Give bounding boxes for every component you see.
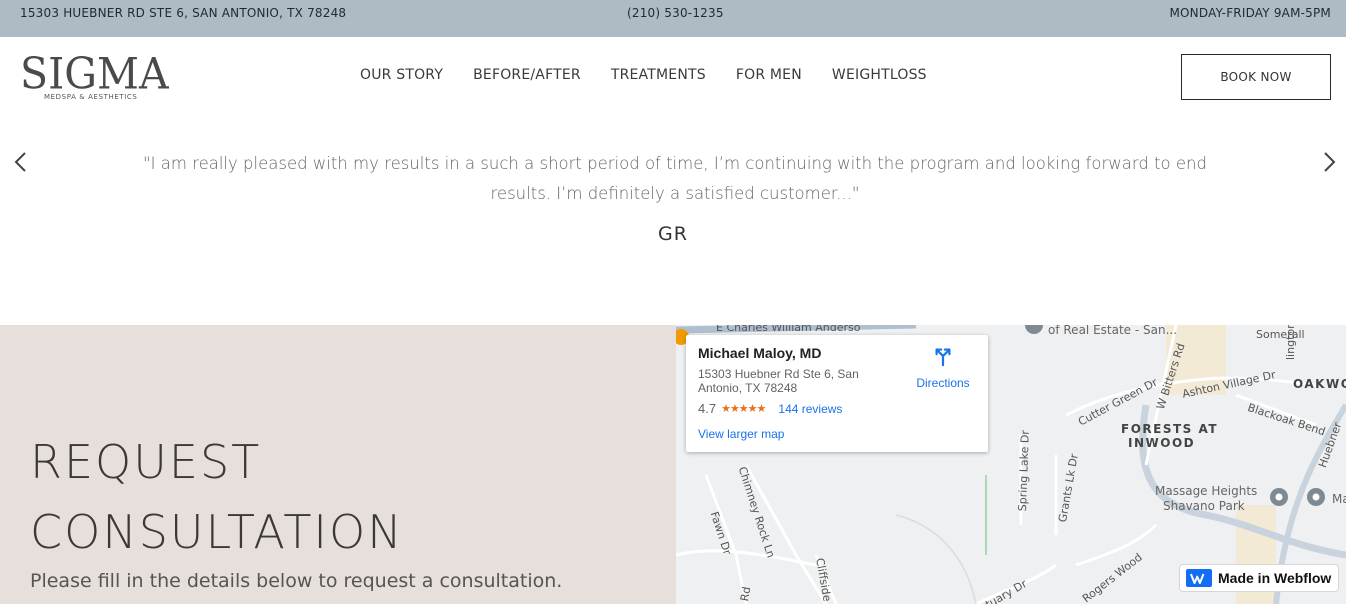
request-consultation-section: REQUEST CONSULTATION Please fill in the …: [0, 325, 676, 604]
testimonial-author: GR: [658, 223, 688, 245]
place-name: Michael Maloy, MD: [698, 345, 822, 361]
made-in-webflow-badge[interactable]: Made in Webflow: [1179, 564, 1339, 592]
request-title: REQUEST CONSULTATION: [30, 427, 404, 567]
map-label-forests: FORESTS AT: [1121, 422, 1219, 436]
map-label-somerall: Somerall: [1256, 328, 1305, 341]
slider-next-button[interactable]: [1320, 147, 1340, 177]
map-info-card: Michael Maloy, MD 15303 Huebner Rd Ste 6…: [686, 335, 988, 452]
request-title-line2: CONSULTATION: [30, 505, 404, 559]
logo-wordmark: SIGMA: [20, 48, 169, 100]
nav-before-after[interactable]: BEFORE/AFTER: [473, 67, 581, 83]
view-larger-map-link[interactable]: View larger map: [698, 427, 784, 441]
logo-tagline: MEDSPA & AESTHETICS: [44, 93, 138, 101]
topbar-phone[interactable]: (210) 530-1235: [627, 6, 724, 20]
map-label-ma: Ma: [1332, 492, 1346, 506]
nav-our-story[interactable]: OUR STORY: [360, 67, 443, 83]
main-nav: OUR STORY BEFORE/AFTER TREATMENTS FOR ME…: [360, 67, 927, 83]
map-label-massage: Massage Heights: [1155, 484, 1258, 498]
rating-stars-icon: ★★★★★: [721, 403, 766, 415]
map-label-lington: lington: [1284, 325, 1297, 360]
map-label-oakwo: OAKWO: [1293, 377, 1346, 391]
map-label-shavano: Shavano Park: [1163, 499, 1245, 513]
book-now-button[interactable]: BOOK NOW: [1181, 54, 1331, 100]
nav-for-men[interactable]: FOR MEN: [736, 67, 802, 83]
site-header: SIGMA MEDSPA & AESTHETICS OUR STORY BEFO…: [0, 37, 1346, 117]
map-label-inwood: INWOOD: [1128, 436, 1196, 450]
directions-button[interactable]: Directions: [908, 345, 978, 390]
place-rating: 4.7 ★★★★★ 144 reviews: [698, 401, 842, 416]
reviews-link[interactable]: 144 reviews: [778, 402, 842, 416]
rating-value: 4.7: [698, 401, 717, 416]
request-title-line1: REQUEST: [30, 435, 262, 489]
directions-label: Directions: [916, 376, 970, 390]
chevron-right-icon: [1324, 152, 1336, 172]
webflow-label: Made in Webflow: [1218, 570, 1332, 586]
webflow-logo-icon: [1186, 569, 1212, 587]
chevron-left-icon: [14, 152, 26, 172]
testimonial-quote: "I am really pleased with my results in …: [143, 154, 1207, 203]
top-info-bar: 15303 HUEBNER RD STE 6, SAN ANTONIO, TX …: [0, 0, 1346, 37]
topbar-hours: MONDAY-FRIDAY 9AM-5PM: [1169, 6, 1331, 20]
embedded-map[interactable]: E Charles William Anderso of Real Estate…: [676, 325, 1346, 604]
nav-weightloss[interactable]: WEIGHTLOSS: [832, 67, 927, 83]
logo[interactable]: SIGMA MEDSPA & AESTHETICS: [20, 48, 172, 103]
directions-icon: [935, 348, 951, 367]
slider-prev-button[interactable]: [10, 147, 30, 177]
topbar-address: 15303 HUEBNER RD STE 6, SAN ANTONIO, TX …: [20, 6, 347, 20]
map-label-rd: Rd: [738, 585, 754, 603]
nav-treatments[interactable]: TREATMENTS: [611, 67, 706, 83]
map-label-charles: E Charles William Anderso: [716, 325, 861, 334]
request-subtitle: Please fill in the details below to requ…: [30, 570, 563, 592]
place-address: 15303 Huebner Rd Ste 6, San Antonio, TX …: [698, 367, 859, 395]
testimonial-slider: "I am really pleased with my results in …: [0, 117, 1346, 325]
map-label-realestate: of Real Estate - San...: [1048, 325, 1178, 337]
